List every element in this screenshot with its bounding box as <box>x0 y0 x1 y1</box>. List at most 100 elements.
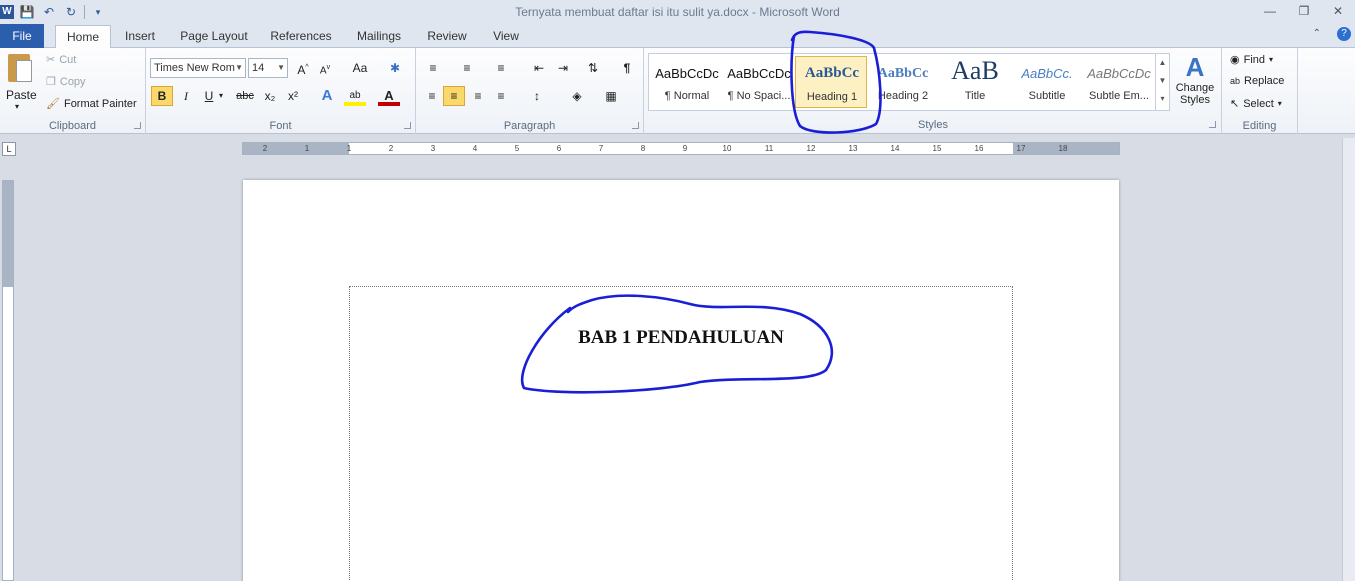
scroll-up-icon[interactable]: ▲ <box>1156 54 1169 72</box>
underline-dropdown-icon[interactable]: ▾ <box>216 86 226 106</box>
decrease-indent-icon[interactable]: ⇤ <box>528 58 550 78</box>
vertical-ruler[interactable] <box>2 180 14 581</box>
clipboard-group: Paste ▾ ✂ Cut ❐ Copy 🖌 Format Painter Clipb… <box>0 48 146 134</box>
style-heading-2[interactable]: AaBbCc Heading 2 <box>867 56 939 108</box>
font-name-value: Times New Rom <box>154 62 235 74</box>
tab-file[interactable]: File <box>0 24 44 48</box>
font-launcher-icon[interactable] <box>404 122 411 129</box>
format-painter-button[interactable]: 🖌 Format Painter <box>46 97 137 111</box>
paste-button[interactable]: Paste <box>6 88 37 102</box>
style-preview: AaBbCcDc <box>655 66 719 81</box>
tab-references[interactable]: References <box>266 25 336 48</box>
minimize-ribbon-icon[interactable]: ⌃ <box>1313 28 1321 39</box>
ruler-label: 18 <box>1058 144 1068 153</box>
ruler-label: 7 <box>598 144 604 153</box>
vertical-scrollbar[interactable] <box>1342 138 1355 581</box>
grow-font-button[interactable]: A^ <box>292 58 314 78</box>
ruler-label: 2 <box>262 144 268 153</box>
window-controls: — ❐ ✕ <box>1253 0 1355 22</box>
close-icon[interactable]: ✕ <box>1321 0 1355 22</box>
restore-icon[interactable]: ❐ <box>1287 0 1321 22</box>
ribbon: Paste ▾ ✂ Cut ❐ Copy 🖌 Format Painter Clipb… <box>0 48 1355 134</box>
shading-icon[interactable]: ◈ <box>566 86 588 106</box>
style-preview: AaBbCc <box>877 66 929 81</box>
superscript-button[interactable]: x² <box>282 86 304 106</box>
align-right-icon[interactable]: ≡ <box>467 86 489 106</box>
bold-button[interactable]: B <box>151 86 173 106</box>
shrink-font-button[interactable]: Av <box>314 58 336 78</box>
ruler-label: 3 <box>430 144 436 153</box>
document-heading[interactable]: BAB 1 PENDAHULUAN <box>350 327 1012 349</box>
editing-group-label: Editing <box>1242 120 1277 132</box>
bullets-icon[interactable]: ≡ <box>422 58 444 78</box>
borders-icon[interactable]: ▦ <box>600 86 622 106</box>
gallery-scroll[interactable]: ▲ ▼ ▾ <box>1155 54 1169 110</box>
tab-page-layout[interactable]: Page Layout <box>176 25 252 48</box>
line-spacing-icon[interactable]: ↕ <box>526 86 548 106</box>
style-subtle-emphasis[interactable]: AaBbCcDc Subtle Em... <box>1083 56 1155 108</box>
replace-label: Replace <box>1244 75 1285 87</box>
horizontal-ruler[interactable]: 2 1 1 2 3 4 5 6 7 8 9 10 11 12 13 14 15 16 17 18 <box>242 142 1120 155</box>
tab-selector-icon[interactable]: L <box>2 142 16 156</box>
ruler-label: 2 <box>388 144 394 153</box>
find-button[interactable]: ◉ Find ▾ <box>1230 53 1273 67</box>
strikethrough-button[interactable]: abc <box>232 86 258 106</box>
style-preview: AaB <box>951 56 999 85</box>
minimize-icon[interactable]: — <box>1253 0 1287 22</box>
style-no-spacing[interactable]: AaBbCcDc ¶ No Spaci... <box>723 56 795 108</box>
style-name: Subtle Em... <box>1089 90 1149 102</box>
ruler-label: 13 <box>848 144 858 153</box>
help-icon[interactable]: ? <box>1337 27 1351 41</box>
italic-button[interactable]: I <box>175 86 197 106</box>
style-preview: AaBbCc <box>804 65 860 81</box>
numbering-icon[interactable]: ≡ <box>456 58 478 78</box>
style-normal[interactable]: AaBbCcDc ¶ Normal <box>651 56 723 108</box>
font-size-combo[interactable]: 14 ▼ <box>248 58 288 78</box>
subscript-button[interactable]: x₂ <box>259 86 281 106</box>
style-name: Title <box>964 90 986 102</box>
document-page[interactable]: BAB 1 PENDAHULUAN <box>243 180 1119 581</box>
show-formatting-icon[interactable]: ¶ <box>616 58 638 78</box>
change-case-button[interactable]: Aa <box>346 58 374 78</box>
tab-home[interactable]: Home <box>55 25 111 49</box>
cut-button[interactable]: ✂ Cut <box>46 53 76 67</box>
justify-icon[interactable]: ≡ <box>490 86 512 106</box>
copy-button[interactable]: ❐ Copy <box>46 75 86 89</box>
increase-indent-icon[interactable]: ⇥ <box>552 58 574 78</box>
more-styles-icon[interactable]: ▾ <box>1156 90 1169 108</box>
font-name-combo[interactable]: Times New Rom ▼ <box>150 58 246 78</box>
ruler-label: 12 <box>806 144 816 153</box>
highlight-icon[interactable]: ab <box>344 86 366 106</box>
select-button[interactable]: ↖ Select ▾ <box>1230 97 1282 111</box>
align-center-icon[interactable]: ≡ <box>443 86 465 106</box>
text-effects-icon[interactable]: A <box>316 86 338 106</box>
align-left-icon[interactable]: ≡ <box>421 86 443 106</box>
sort-icon[interactable]: ⇅ <box>582 58 604 78</box>
scroll-down-icon[interactable]: ▼ <box>1156 72 1169 90</box>
paragraph-group-label: Paragraph <box>503 120 556 132</box>
replace-icon: ab <box>1230 76 1241 86</box>
style-preview: AaBbCcDc <box>727 66 791 81</box>
paste-icon[interactable] <box>6 52 34 86</box>
multilevel-list-icon[interactable]: ≡ <box>490 58 512 78</box>
tab-review[interactable]: Review <box>422 25 472 48</box>
paste-dropdown-icon[interactable]: ▾ <box>15 102 19 111</box>
replace-button[interactable]: ab Replace <box>1230 75 1284 87</box>
change-styles-button[interactable]: A Change Styles <box>1172 52 1218 114</box>
tab-insert[interactable]: Insert <box>118 25 162 48</box>
tab-view[interactable]: View <box>486 25 526 48</box>
font-color-icon[interactable]: A <box>378 86 400 106</box>
style-heading-1[interactable]: AaBbCc Heading 1 <box>795 56 867 108</box>
tab-mailings[interactable]: Mailings <box>350 25 408 48</box>
clear-formatting-icon[interactable]: ✱ <box>384 58 406 78</box>
style-subtitle[interactable]: AaBbCc. Subtitle <box>1011 56 1083 108</box>
clipboard-launcher-icon[interactable] <box>134 122 141 129</box>
style-title[interactable]: AaB Title <box>939 56 1011 108</box>
ruler-label: 15 <box>932 144 942 153</box>
change-styles-label: Change Styles <box>1175 82 1215 106</box>
styles-launcher-icon[interactable] <box>1209 121 1216 128</box>
styles-group-label: Styles <box>918 119 948 131</box>
paragraph-launcher-icon[interactable] <box>632 122 639 129</box>
format-painter-label: Format Painter <box>63 97 137 110</box>
style-name: Heading 2 <box>877 90 929 102</box>
